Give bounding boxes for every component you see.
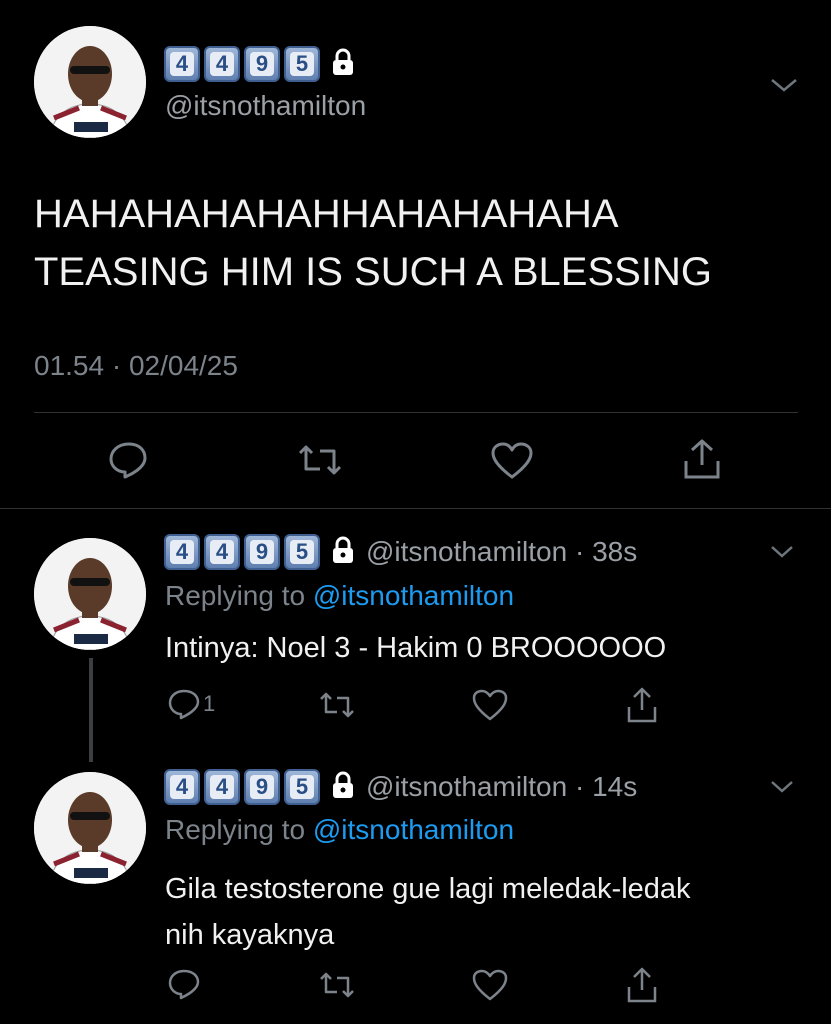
share-icon[interactable] <box>682 437 722 486</box>
replying-to-link[interactable]: @itsnothamilton <box>313 814 514 845</box>
share-icon[interactable] <box>625 686 659 729</box>
replying-to-link[interactable]: @itsnothamilton <box>313 580 514 611</box>
retweet-icon[interactable] <box>317 970 357 1005</box>
keycap-digit: 5 <box>284 534 320 570</box>
reply-header: 4 4 9 5 @itsnothamilton · 38s <box>164 532 637 572</box>
keycap-digit-text: 5 <box>290 52 314 76</box>
chevron-down-icon[interactable] <box>768 72 800 101</box>
keycap-digit: 9 <box>244 534 280 570</box>
avatar[interactable] <box>34 538 146 650</box>
keycap-digit-text: 4 <box>210 775 234 799</box>
reply-icon[interactable] <box>108 441 150 484</box>
keycap-digit: 4 <box>204 46 240 82</box>
replying-to-prefix: Replying to <box>165 580 306 611</box>
replying-to-prefix: Replying to <box>165 814 306 845</box>
keycap-digit-text: 4 <box>170 540 194 564</box>
chevron-down-icon[interactable] <box>768 540 796 567</box>
keycap-digit-text: 5 <box>290 775 314 799</box>
heart-icon[interactable] <box>490 441 534 486</box>
avatar[interactable] <box>34 26 146 138</box>
retweet-icon[interactable] <box>317 690 357 725</box>
reply-text: Gila testosterone gue lagi meledak-ledak… <box>165 866 691 958</box>
keycap-digit: 5 <box>284 769 320 805</box>
handle-time[interactable]: @itsnothamilton · 38s <box>366 536 637 568</box>
thread-line <box>89 658 93 762</box>
reply-text: Intinya: Noel 3 - Hakim 0 BROOOOOO <box>165 632 667 664</box>
reply-action-bar <box>165 966 685 1006</box>
keycap-digit-text: 4 <box>170 775 194 799</box>
keycap-digit-text: 4 <box>170 52 194 76</box>
lock-icon <box>330 770 356 805</box>
keycap-digit-text: 4 <box>210 52 234 76</box>
reply-icon[interactable]: 1 <box>167 688 215 720</box>
keycap-digit-text: 9 <box>250 52 274 76</box>
display-name[interactable]: 4 4 9 5 <box>164 44 356 84</box>
reply-text-line: nih kayaknya <box>165 919 335 951</box>
lock-icon <box>330 535 356 570</box>
chevron-down-icon[interactable] <box>768 775 796 802</box>
keycap-digit-text: 4 <box>210 540 234 564</box>
tweet-text-line: TEASING HIM IS SUCH A BLESSING <box>34 250 712 294</box>
tweet-text-line: HAHAHAHAHAHHAHAHAHAHA <box>34 192 619 236</box>
reply-text-line: Gila testosterone gue lagi meledak-ledak <box>165 873 691 905</box>
reply-header: 4 4 9 5 @itsnothamilton · 14s <box>164 767 637 807</box>
reply-icon[interactable] <box>167 968 203 1000</box>
reply-action-bar: 1 <box>165 686 685 726</box>
divider <box>34 412 798 413</box>
keycap-digit: 4 <box>204 769 240 805</box>
handle-time[interactable]: @itsnothamilton · 14s <box>366 771 637 803</box>
keycap-digit: 5 <box>284 46 320 82</box>
retweet-icon[interactable] <box>296 443 344 482</box>
keycap-digit: 9 <box>244 46 280 82</box>
keycap-digit-text: 9 <box>250 540 274 564</box>
keycap-digit: 4 <box>204 534 240 570</box>
divider <box>0 508 831 509</box>
keycap-digit-text: 9 <box>250 775 274 799</box>
reply-count: 1 <box>203 691 216 716</box>
keycap-digit: 9 <box>244 769 280 805</box>
timestamp[interactable]: 01.54 · 02/04/25 <box>34 350 238 382</box>
keycap-digit-text: 5 <box>290 540 314 564</box>
heart-icon[interactable] <box>471 968 509 1007</box>
keycap-digit: 4 <box>164 534 200 570</box>
heart-icon[interactable] <box>471 688 509 727</box>
replying-to: Replying to @itsnothamilton <box>165 814 514 846</box>
lock-icon <box>330 47 356 82</box>
avatar[interactable] <box>34 772 146 884</box>
handle[interactable]: @itsnothamilton <box>165 90 366 122</box>
keycap-digit: 4 <box>164 769 200 805</box>
tweet-text: HAHAHAHAHAHHAHAHAHAHA TEASING HIM IS SUC… <box>34 185 712 301</box>
keycap-digit: 4 <box>164 46 200 82</box>
share-icon[interactable] <box>625 966 659 1009</box>
replying-to: Replying to @itsnothamilton <box>165 580 514 612</box>
